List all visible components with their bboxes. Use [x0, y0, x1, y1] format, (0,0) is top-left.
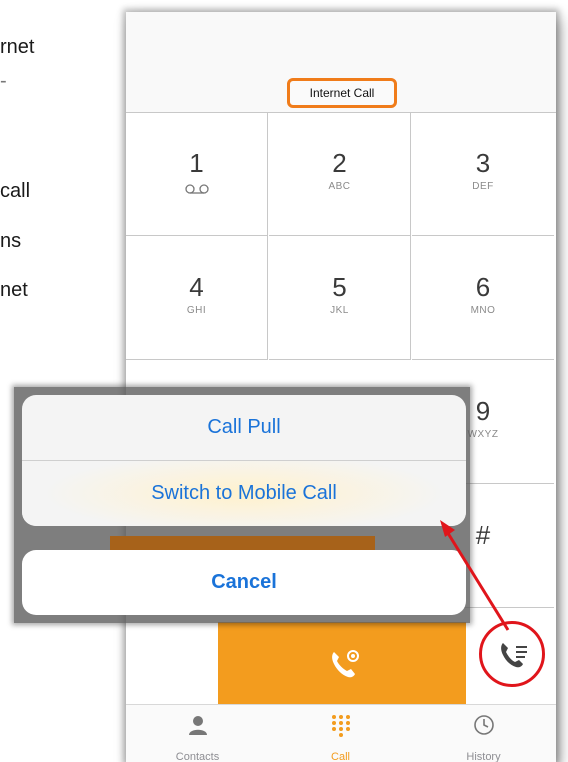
annotation-arrow [440, 520, 510, 631]
